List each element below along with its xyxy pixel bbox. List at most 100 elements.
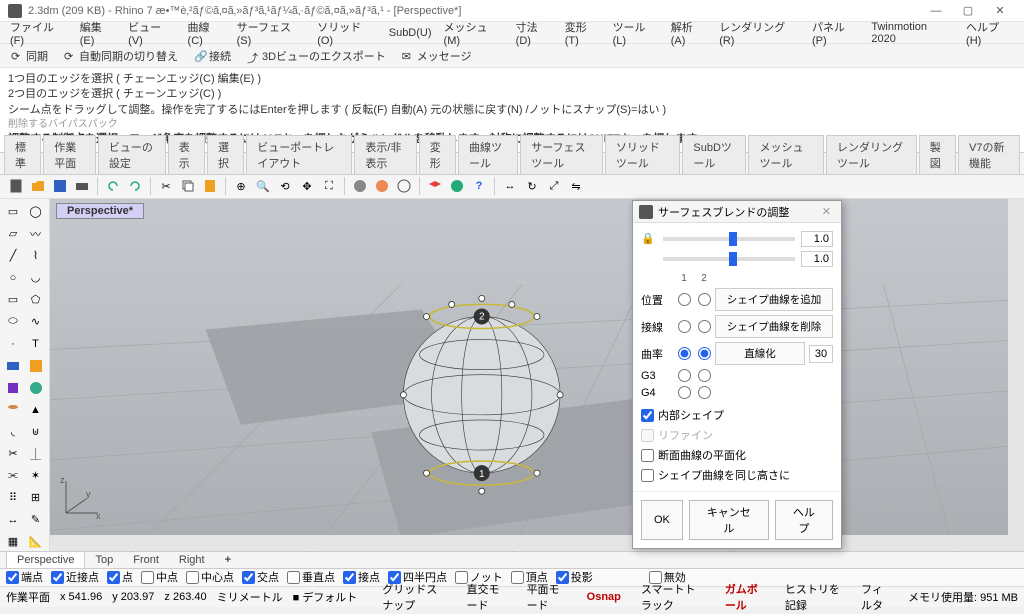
radio-g3-1[interactable] xyxy=(678,369,691,382)
status-plane[interactable]: 作業平面 xyxy=(6,589,50,605)
status-filter[interactable]: フィルタ xyxy=(856,580,898,614)
status-history[interactable]: ヒストリを記録 xyxy=(780,580,846,614)
radio-tan-2[interactable] xyxy=(698,320,711,333)
vptab-add[interactable]: + xyxy=(215,552,241,568)
tb-freeform[interactable]: 〰 xyxy=(26,224,46,244)
tb-text[interactable]: T xyxy=(26,334,46,354)
tool-center[interactable]: ⊕ xyxy=(231,176,251,196)
vptab-front[interactable]: Front xyxy=(123,552,169,568)
radio-curv-2[interactable] xyxy=(698,347,711,360)
straighten-button[interactable]: 直線化 xyxy=(715,342,805,365)
lock-icon-2[interactable] xyxy=(641,252,655,266)
help-button[interactable]: ヘルプ xyxy=(775,500,833,540)
osnap-cen[interactable]: 中心点 xyxy=(186,569,234,585)
connect-button[interactable]: 🔗接続 xyxy=(189,46,236,66)
menu-view[interactable]: ビュー(V) xyxy=(122,16,181,50)
surface-blend-dialog[interactable]: サーフェスブレンドの調整 ✕ 🔒 1.0 1.0 12 位置 シェイプ曲線を追加… xyxy=(632,200,842,549)
tab-subdtools[interactable]: SubDツール xyxy=(682,135,746,174)
tool-rotate[interactable]: ⟲ xyxy=(275,176,295,196)
menu-surface[interactable]: サーフェス(S) xyxy=(231,16,312,50)
check-planar[interactable]: 断面曲線の平面化 xyxy=(641,447,833,463)
tool-mirror[interactable]: ⇋ xyxy=(566,176,586,196)
tb-rect[interactable]: ▭ xyxy=(3,290,23,310)
tab-select[interactable]: 選択 xyxy=(207,135,244,174)
tb-box[interactable] xyxy=(3,378,23,398)
menu-help[interactable]: ヘルプ(H) xyxy=(960,16,1020,50)
tool-layers[interactable] xyxy=(425,176,445,196)
slider-2-value[interactable]: 1.0 xyxy=(801,251,833,267)
menu-solid[interactable]: ソリッド(O) xyxy=(311,16,383,50)
tab-drafting[interactable]: 製図 xyxy=(919,135,956,174)
straighten-value[interactable]: 30 xyxy=(809,345,833,363)
tool-cut[interactable]: ✂ xyxy=(156,176,176,196)
radio-pos-1[interactable] xyxy=(678,293,691,306)
tb-cylinder[interactable] xyxy=(3,400,23,420)
tb-annotate[interactable]: ✎ xyxy=(26,510,46,530)
tab-standard[interactable]: 標準 xyxy=(4,135,41,174)
tool-xray[interactable] xyxy=(394,176,414,196)
tb-polyline[interactable]: ⌇ xyxy=(26,246,46,266)
check-inner[interactable]: 内部シェイプ xyxy=(641,407,833,423)
tb-explode[interactable]: ✶ xyxy=(26,466,46,486)
radio-g4-1[interactable] xyxy=(678,386,691,399)
radio-tan-1[interactable] xyxy=(678,320,691,333)
tb-circle[interactable]: ○ xyxy=(3,268,23,288)
viewport-scroll-vertical[interactable] xyxy=(1008,199,1024,535)
menu-twinmotion[interactable]: Twinmotion 2020 xyxy=(865,18,960,48)
radio-curv-1[interactable] xyxy=(678,347,691,360)
radio-pos-2[interactable] xyxy=(698,293,711,306)
tb-select[interactable]: ▭ xyxy=(3,202,23,222)
tab-curvetools[interactable]: 曲線ツール xyxy=(458,135,518,174)
tb-hatch[interactable]: ▦ xyxy=(3,532,23,552)
status-planar[interactable]: 平面モード xyxy=(522,580,572,614)
slider-1[interactable] xyxy=(663,237,795,241)
tb-point[interactable]: · xyxy=(3,334,23,354)
tab-rendertools[interactable]: レンダリングツール xyxy=(826,135,917,174)
vptab-right[interactable]: Right xyxy=(169,552,215,568)
tab-solidtools[interactable]: ソリッドツール xyxy=(605,135,681,174)
lock-icon[interactable]: 🔒 xyxy=(641,232,655,246)
tb-line[interactable]: ╱ xyxy=(3,246,23,266)
tool-scale[interactable]: ⤢ xyxy=(544,176,564,196)
autosync-button[interactable]: ⟳自動同期の切り替え xyxy=(59,46,183,66)
viewport-title[interactable]: Perspective* xyxy=(56,203,144,219)
tool-shade[interactable] xyxy=(350,176,370,196)
tool-redo[interactable] xyxy=(125,176,145,196)
tb-ellipse[interactable]: ⬭ xyxy=(3,312,23,332)
tb-polygon[interactable]: ⬠ xyxy=(26,290,46,310)
osnap-int[interactable]: 交点 xyxy=(242,569,279,585)
tb-sphere[interactable] xyxy=(26,378,46,398)
menu-transform[interactable]: 変形(T) xyxy=(559,16,607,50)
status-gumball[interactable]: ガムボール xyxy=(720,580,770,614)
radio-g4-2[interactable] xyxy=(698,386,711,399)
message-button[interactable]: ✉メッセージ xyxy=(397,46,477,66)
tab-surftools[interactable]: サーフェスツール xyxy=(520,135,603,174)
osnap-near[interactable]: 近接点 xyxy=(51,569,99,585)
tb-array[interactable]: ⠿ xyxy=(3,488,23,508)
tb-split[interactable]: ⏊ xyxy=(26,444,46,464)
tool-move[interactable]: ↔ xyxy=(500,176,520,196)
tool-print[interactable] xyxy=(72,176,92,196)
check-refine[interactable]: リファイン xyxy=(641,427,833,443)
tb-arc[interactable]: ◡ xyxy=(26,268,46,288)
osnap-perp[interactable]: 垂直点 xyxy=(287,569,335,585)
dialog-close[interactable]: ✕ xyxy=(818,205,835,218)
viewport[interactable]: Perspective* xyxy=(50,199,1024,551)
osnap-tan[interactable]: 接点 xyxy=(343,569,380,585)
tb-lasso[interactable]: ◯ xyxy=(26,202,46,222)
export3d-button[interactable]: ⤴3Dビューのエクスポート xyxy=(242,46,391,66)
del-shape-button[interactable]: シェイプ曲線を削除 xyxy=(715,315,833,338)
tool-save[interactable] xyxy=(50,176,70,196)
tab-viewset[interactable]: ビューの設定 xyxy=(98,135,166,174)
dialog-header[interactable]: サーフェスブレンドの調整 ✕ xyxy=(633,201,841,223)
tool-help[interactable]: ? xyxy=(469,176,489,196)
sync-button[interactable]: ⟳同期 xyxy=(6,46,53,66)
check-same-height[interactable]: シェイプ曲線を同じ高さに xyxy=(641,467,833,483)
vptab-perspective[interactable]: Perspective xyxy=(6,551,85,568)
tb-cone[interactable]: ▲ xyxy=(26,400,46,420)
tool-new[interactable] xyxy=(6,176,26,196)
tab-cplane[interactable]: 作業平面 xyxy=(43,135,96,174)
menu-mesh[interactable]: メッシュ(M) xyxy=(438,16,510,50)
status-smarttrack[interactable]: スマートトラック xyxy=(636,580,710,614)
menu-subd[interactable]: SubD(U) xyxy=(383,24,438,42)
